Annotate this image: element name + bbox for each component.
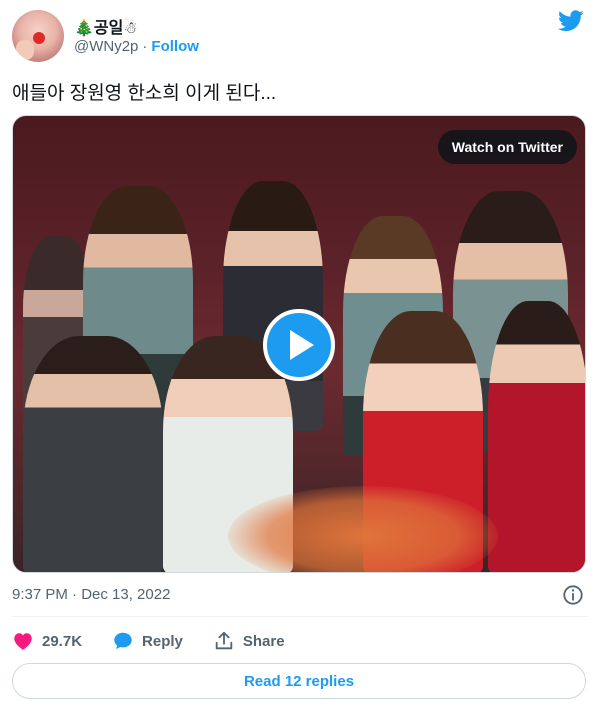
user-handle[interactable]: @WNy2p [74, 38, 138, 55]
play-icon [290, 330, 314, 360]
watch-on-twitter-button[interactable]: Watch on Twitter [437, 130, 577, 164]
share-upload-icon [215, 631, 233, 650]
separator-dot: · [142, 38, 148, 55]
tweet-text: 애들아 장원영 한소희 이게 된다... [12, 83, 277, 104]
handle-row: @WNy2p · Follow [74, 38, 199, 55]
performer [23, 336, 163, 572]
reply-label: Reply [142, 632, 183, 650]
reply-bubble-icon [114, 632, 132, 650]
twitter-bird-icon[interactable] [558, 10, 584, 32]
action-bar: 29.7K Reply Share [12, 628, 315, 654]
video-player[interactable]: Watch on Twitter [12, 115, 586, 573]
display-name[interactable]: 🎄공일☃ [74, 14, 138, 38]
share-label: Share [242, 632, 285, 650]
read-replies-button[interactable]: Read 12 replies [12, 663, 586, 699]
like-count: 29.7K [42, 632, 83, 650]
follow-link[interactable]: Follow [151, 38, 199, 55]
tweet-header: 🎄공일☃ @WNy2p · Follow [12, 8, 588, 64]
reply-button[interactable]: Reply [112, 630, 183, 652]
avatar-hand [16, 40, 34, 60]
share-button[interactable]: Share [213, 630, 285, 652]
play-button[interactable] [263, 309, 335, 381]
avatar-red-nose [33, 32, 45, 44]
info-icon[interactable] [562, 584, 584, 606]
performer [488, 301, 585, 572]
tweet-timestamp[interactable]: 9:37 PM · Dec 13, 2022 [12, 586, 170, 603]
avatar[interactable] [12, 10, 64, 62]
heart-icon [14, 633, 32, 650]
like-button[interactable]: 29.7K [12, 630, 82, 652]
divider [12, 616, 588, 617]
